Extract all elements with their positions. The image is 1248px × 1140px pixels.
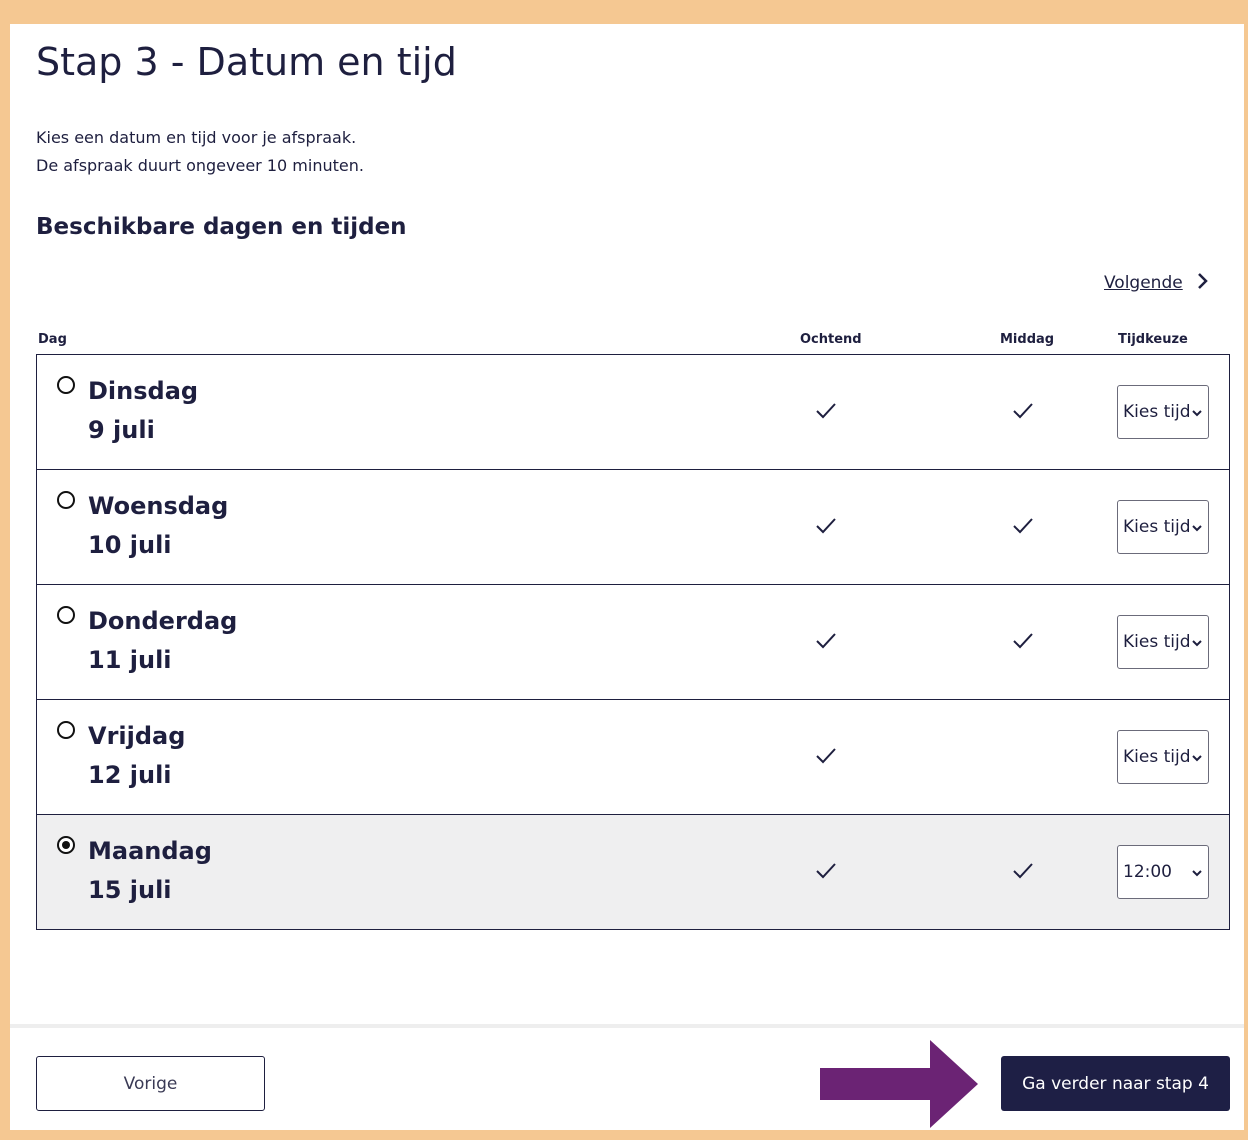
column-header-time: Tijdkeuze xyxy=(1118,332,1188,347)
section-title: Beschikbare dagen en tijden xyxy=(36,214,407,240)
checkmark-icon xyxy=(1012,632,1034,650)
page-title: Stap 3 - Datum en tijd xyxy=(36,40,457,84)
arrow-right-icon xyxy=(820,1040,978,1128)
time-select-value: Kies tijd xyxy=(1123,632,1191,652)
chevron-down-icon xyxy=(1192,517,1202,537)
time-select[interactable]: Kies tijd xyxy=(1117,385,1209,439)
day-name: Woensdag xyxy=(88,492,229,520)
time-select[interactable]: Kies tijd xyxy=(1117,500,1209,554)
day-name: Maandag xyxy=(88,837,212,865)
chevron-down-icon xyxy=(1192,747,1202,767)
day-date: 15 juli xyxy=(88,876,172,904)
time-select-value: Kies tijd xyxy=(1123,747,1191,767)
chevron-right-icon xyxy=(1197,272,1209,294)
table-row[interactable]: Dinsdag 9 juli Kies tijd xyxy=(37,355,1229,469)
chevron-down-icon xyxy=(1192,402,1202,422)
table-row[interactable]: Maandag 15 juli 12:00 xyxy=(37,814,1229,929)
day-radio[interactable] xyxy=(57,836,75,854)
next-week-label: Volgende xyxy=(1104,273,1183,293)
column-header-day: Dag xyxy=(38,332,67,347)
day-radio[interactable] xyxy=(57,606,75,624)
checkmark-icon xyxy=(815,517,837,535)
checkmark-icon xyxy=(815,632,837,650)
table-row[interactable]: Donderdag 11 juli Kies tijd xyxy=(37,584,1229,699)
time-select-value: 12:00 xyxy=(1123,862,1172,882)
intro-line-2: De afspraak duurt ongeveer 10 minuten. xyxy=(36,156,364,175)
table-row[interactable]: Woensdag 10 juli Kies tijd xyxy=(37,469,1229,584)
time-select-value: Kies tijd xyxy=(1123,517,1191,537)
day-name: Donderdag xyxy=(88,607,238,635)
day-date: 9 juli xyxy=(88,416,155,444)
previous-button[interactable]: Vorige xyxy=(36,1056,265,1111)
column-header-morning: Ochtend xyxy=(800,332,862,347)
day-date: 10 juli xyxy=(88,531,172,559)
checkmark-icon xyxy=(815,402,837,420)
footer-divider xyxy=(10,1024,1244,1028)
day-name: Dinsdag xyxy=(88,377,199,405)
continue-button[interactable]: Ga verder naar stap 4 xyxy=(1001,1056,1230,1111)
day-date: 12 juli xyxy=(88,761,172,789)
availability-table: Dinsdag 9 juli Kies tijd Woensdag 10 juli Kie… xyxy=(36,354,1230,930)
table-row[interactable]: Vrijdag 12 juli Kies tijd xyxy=(37,699,1229,814)
checkmark-icon xyxy=(1012,517,1034,535)
day-date: 11 juli xyxy=(88,646,172,674)
chevron-down-icon xyxy=(1192,632,1202,652)
next-week-link[interactable]: Volgende xyxy=(1104,270,1209,296)
day-radio[interactable] xyxy=(57,376,75,394)
day-radio[interactable] xyxy=(57,491,75,509)
checkmark-icon xyxy=(815,862,837,880)
checkmark-icon xyxy=(1012,402,1034,420)
day-radio[interactable] xyxy=(57,721,75,739)
time-select[interactable]: Kies tijd xyxy=(1117,730,1209,784)
intro-line-1: Kies een datum en tijd voor je afspraak. xyxy=(36,128,357,147)
checkmark-icon xyxy=(815,747,837,765)
column-header-afternoon: Middag xyxy=(1000,332,1055,347)
intro-text: Kies een datum en tijd voor je afspraak.… xyxy=(36,124,364,180)
step-panel: Stap 3 - Datum en tijd Kies een datum en… xyxy=(10,24,1244,1130)
day-name: Vrijdag xyxy=(88,722,186,750)
chevron-down-icon xyxy=(1192,862,1202,882)
time-select[interactable]: Kies tijd xyxy=(1117,615,1209,669)
time-select[interactable]: 12:00 xyxy=(1117,845,1209,899)
time-select-value: Kies tijd xyxy=(1123,402,1191,422)
checkmark-icon xyxy=(1012,862,1034,880)
